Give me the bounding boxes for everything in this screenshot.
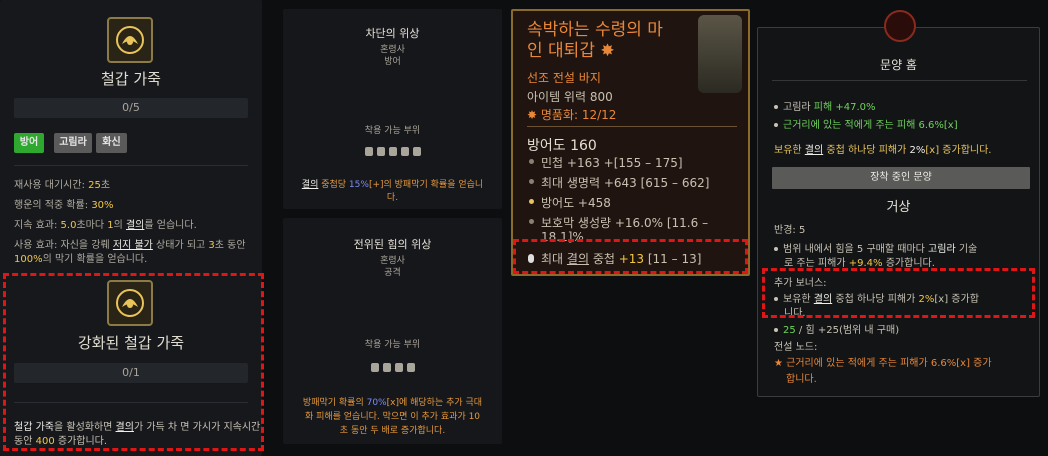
iron-skin-skill-icon — [107, 17, 153, 63]
bullet-icon — [774, 247, 778, 251]
aspect-title: 차단의 위상 — [365, 27, 420, 40]
strength-bonus: 25 / 힘 +25(범위 내 구매) — [774, 321, 899, 336]
owned-resolve-bonus: 보유한 결의 중첩 하나당 피해가 2%[x] 증가합니다. — [774, 145, 992, 156]
divider — [14, 165, 248, 166]
equipped-glyph-button[interactable]: 장착 중인 문양 — [772, 167, 1030, 189]
bullet-icon — [774, 328, 778, 332]
item-armor: 방어도 160 — [527, 138, 597, 154]
amulet-icon — [370, 363, 379, 372]
aspect-title: 전위된 힘의 위상 — [353, 238, 432, 251]
aspect-panel-power: 전위된 힘의 위상 혼령사 공격 착용 가능 부위 방패막기 확률의 70%[x… — [283, 218, 502, 444]
highlight-box-bonus — [762, 268, 1035, 318]
item-tooltip-legs: 속박하는 수령의 마인 대퇴갑 ✸ 선조 전설 바지 아이템 위력 800 ✸ … — [511, 9, 750, 276]
chest-icon — [388, 147, 397, 156]
glyph-socket-panel: 문양 홈 고림라 피해 +47.0% 근거리에 있는 적에게 주는 피해 6.6… — [757, 10, 1040, 397]
stat-bullet-icon — [529, 219, 534, 224]
glyph-radius: 반경: 5 — [774, 225, 806, 236]
lucky-hit-text: 행운의 적중 확률: 30% — [14, 200, 114, 211]
highlight-box-resolve — [513, 239, 748, 274]
shield-icon — [364, 147, 373, 156]
aspect-desc-2: 다. — [386, 193, 399, 203]
item-image-pants-icon — [698, 15, 742, 93]
glove-icon — [412, 147, 421, 156]
weapon-icon — [382, 363, 391, 372]
item-rarity: 선조 전설 바지 — [527, 71, 601, 85]
equip-slot-icons — [283, 357, 502, 376]
item-power: 아이템 위력 800 — [527, 90, 613, 104]
aspect-slot: 방어 — [384, 57, 401, 67]
glyph-bonus-1: 고림라 피해 +47.0% — [774, 98, 876, 113]
equip-slots-label: 착용 가능 부위 — [364, 340, 421, 350]
tag-grizzly: 고림라 — [54, 133, 92, 153]
stat-agility: 민첩 +163 +[155 – 175] — [541, 156, 683, 170]
ring-icon — [406, 363, 415, 372]
aspect-desc-3: 초 동안 두 배로 증가합니다. — [339, 426, 446, 436]
item-masterwork: ✸ 명품화: 12/12 — [527, 108, 617, 122]
cooldown-text: 재사용 대기시간: 25초 — [14, 180, 111, 191]
legendary-node-1: ★ 근거리에 있는 적에게 주는 피해가 6.6%[x] 증가 — [774, 358, 992, 369]
aspect-desc-1: 결의 중첩당 15%[+]의 방패막기 확률을 얻습니 — [301, 180, 484, 190]
legs-icon — [400, 147, 409, 156]
stat-bullet-icon — [529, 179, 534, 184]
skill-title: 철갑 가죽 — [101, 70, 161, 88]
glyph-rule-1: 범위 내에서 힘을 5 구매할 때마다 고림라 기술 — [774, 240, 977, 255]
stat-barrier: 보호막 생성량 +16.0% [11.6 – — [541, 216, 709, 230]
highlight-box-upgrade — [3, 273, 264, 451]
divider — [527, 126, 737, 127]
active-effect-text-1: 사용 효과: 자신을 강뤠 저지 불가 상태가 되고 3초 동안 — [14, 240, 246, 251]
stat-max-life: 최대 생명력 +643 [615 – 662] — [541, 176, 710, 190]
stat-bullet-icon — [529, 159, 534, 164]
glyph-gem-icon — [884, 10, 916, 42]
tag-defense: 방어 — [14, 133, 44, 153]
glyph-bonus-2: 근거리에 있는 적에게 주는 피해 6.6%[x] — [774, 116, 958, 131]
legendary-node-2: 합니다. — [786, 374, 817, 385]
equip-slots-label: 착용 가능 부위 — [364, 126, 421, 136]
aspect-desc-2: 화 피해를 얻습니다. 막으면 이 추가 효과가 10 — [304, 412, 481, 422]
stat-bullet-icon — [529, 199, 534, 204]
glyph-name: 거상 — [886, 200, 911, 215]
socket-title: 문양 홈 — [880, 58, 917, 72]
stat-armor: 방어도 +458 — [541, 196, 611, 210]
aspect-desc-1: 방패막기 확률의 70%[x]에 해당하는 추가 극대 — [302, 398, 483, 408]
legendary-node-label: 전설 노드: — [774, 342, 818, 353]
tag-avatar: 화신 — [96, 133, 127, 153]
glyph-rule-2: 로 주는 피해가 +9.4% 증가합니다. — [784, 258, 935, 269]
aspect-slot: 공격 — [384, 268, 401, 278]
glove-icon — [394, 363, 403, 372]
divider — [772, 80, 1027, 81]
passive-effect-text: 지속 효과: 5.0초마다 1의 결의를 얻습니다. — [14, 220, 197, 231]
skill-rank-bar[interactable]: 0/5 — [14, 98, 248, 118]
helm-icon — [376, 147, 385, 156]
item-title: 속박하는 수령의 마인 대퇴갑 ✸ — [527, 20, 663, 61]
equip-slot-icons — [283, 141, 502, 160]
aspect-panel-barrier: 차단의 위상 혼령사 방어 착용 가능 부위 결의 중첩당 15%[+]의 방패… — [283, 9, 502, 209]
bullet-icon — [774, 105, 778, 109]
bullet-icon — [774, 123, 778, 127]
active-effect-text-2: 100%의 막기 확률을 얻습니다. — [14, 254, 148, 265]
